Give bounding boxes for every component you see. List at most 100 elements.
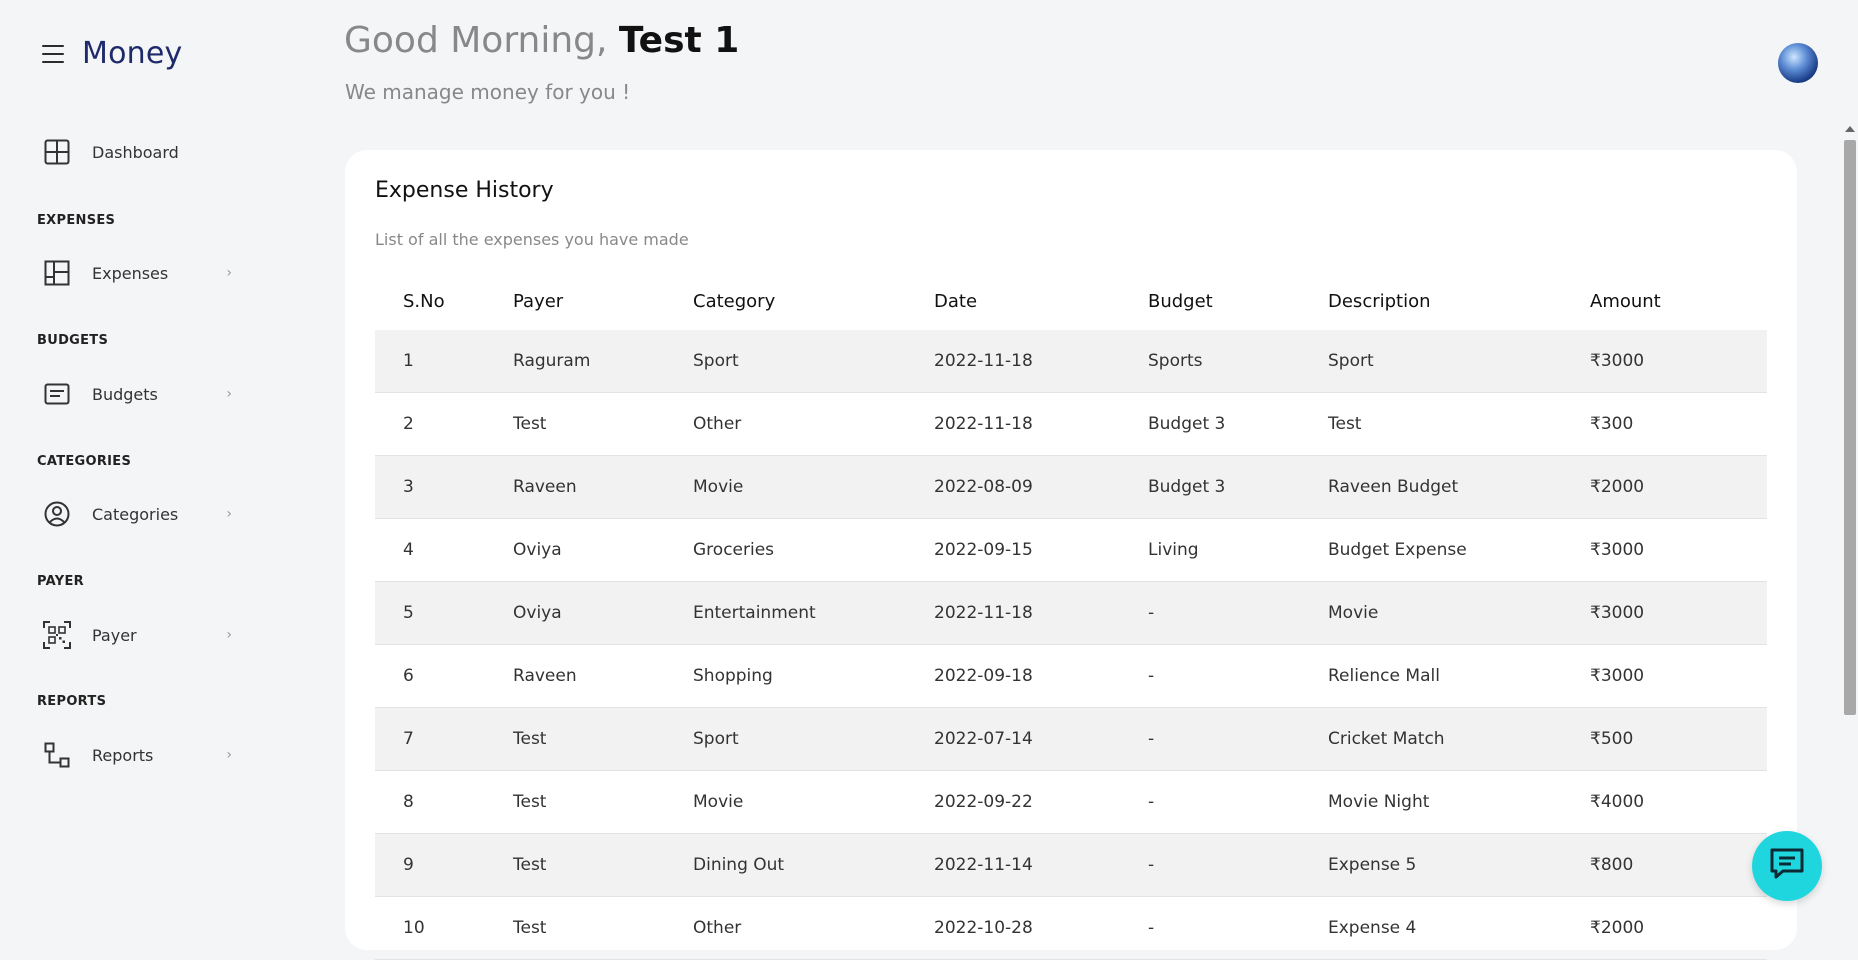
cell-date: 2022-10-28: [934, 896, 1148, 960]
sidebar-item-categories[interactable]: Categories ›: [42, 496, 232, 532]
avatar[interactable]: [1778, 43, 1818, 83]
table-row[interactable]: 2 Test Other 2022-11-18 Budget 3 Test ₹300: [375, 392, 1767, 456]
cell-amount: ₹500: [1590, 707, 1767, 771]
cell-category: Movie: [693, 455, 934, 519]
cell-category: Sport: [693, 707, 934, 771]
cell-payer: Test: [513, 770, 693, 834]
chevron-right-icon: ›: [226, 265, 232, 281]
table-header-row: S.No Payer Category Date Budget Descript…: [375, 272, 1767, 330]
sidebar-item-budgets[interactable]: Budgets ›: [42, 376, 232, 412]
cell-amount: ₹3000: [1590, 644, 1767, 708]
sidebar-item-label: Reports: [92, 745, 154, 765]
hamburger-menu-icon[interactable]: [42, 44, 64, 63]
table-row[interactable]: 8 Test Movie 2022-09-22- Movie Night ₹4000: [375, 770, 1767, 834]
page-subtitle: We manage money for you !: [345, 80, 631, 104]
cell-date: 2022-07-14: [934, 707, 1148, 771]
column-header-payer[interactable]: Payer: [513, 272, 693, 330]
cell-description: Sport: [1328, 330, 1590, 393]
cell-description: Raveen Budget: [1328, 455, 1590, 519]
table-row[interactable]: 4 Oviya Groceries 2022-09-15 Living Budget Ex…: [375, 518, 1767, 582]
expense-table: S.No Payer Category Date Budget Descript…: [375, 272, 1767, 960]
card-subtitle: List of all the expenses you have made: [375, 230, 689, 249]
cell-date: 2022-09-18: [934, 644, 1148, 708]
cell-payer: Test: [513, 833, 693, 897]
section-title-expenses: EXPENSES: [37, 213, 116, 228]
cell-category: Groceries: [693, 518, 934, 582]
chat-button[interactable]: [1752, 831, 1822, 901]
cell-payer: Test: [513, 707, 693, 771]
cell-sno: 5: [375, 581, 513, 645]
chevron-right-icon: ›: [226, 627, 232, 643]
cell-payer: Test: [513, 896, 693, 960]
cell-date: 2022-11-18: [934, 330, 1148, 393]
section-title-categories: CATEGORIES: [37, 454, 132, 469]
sidebar: Money Dashboard EXPENSES Expenses › BUDG…: [0, 0, 300, 937]
table-row[interactable]: 1 Raguram Sport 2022-11-18 Sports Sport ₹3000: [375, 330, 1767, 393]
table-row[interactable]: 5 Oviya Entertainment 2022-11-18- Movie ₹3000: [375, 581, 1767, 645]
cell-budget: -: [1148, 833, 1328, 897]
brand-row: Money: [42, 36, 182, 71]
cell-description: Budget Expense: [1328, 518, 1590, 582]
cell-amount: ₹3000: [1590, 581, 1767, 645]
cell-category: Entertainment: [693, 581, 934, 645]
cell-payer: Raveen: [513, 644, 693, 708]
cell-budget: Living: [1148, 518, 1328, 582]
cell-date: 2022-11-18: [934, 392, 1148, 456]
table-row[interactable]: 6 Raveen Shopping 2022-09-18- Relience Mall ₹…: [375, 644, 1767, 708]
cell-category: Dining Out: [693, 833, 934, 897]
cell-amount: ₹800: [1590, 833, 1767, 897]
cell-budget: Budget 3: [1148, 455, 1328, 519]
sidebar-item-label: Budgets: [92, 384, 158, 404]
layout-icon: [42, 258, 72, 288]
chevron-right-icon: ›: [226, 747, 232, 763]
sidebar-item-payer[interactable]: Payer ›: [42, 617, 232, 653]
cell-payer: Test: [513, 392, 693, 456]
cell-description: Movie: [1328, 581, 1590, 645]
list-box-icon: [42, 379, 72, 409]
table-row[interactable]: 7 Test Sport 2022-07-14- Cricket Match ₹500: [375, 707, 1767, 771]
cell-budget: Sports: [1148, 330, 1328, 393]
column-header-amount[interactable]: Amount: [1590, 272, 1767, 330]
grid-icon: [42, 137, 72, 167]
sidebar-item-label: Expenses: [92, 263, 169, 283]
cell-budget: -: [1148, 896, 1328, 960]
scrollbar-thumb[interactable]: [1844, 140, 1856, 715]
cell-sno: 3: [375, 455, 513, 519]
column-header-description[interactable]: Description: [1328, 272, 1590, 330]
app-brand[interactable]: Money: [82, 36, 182, 71]
sidebar-item-expenses[interactable]: Expenses ›: [42, 255, 232, 291]
table-row[interactable]: 3 Raveen Movie 2022-08-09 Budget 3 Raveen Bud…: [375, 455, 1767, 519]
cell-sno: 9: [375, 833, 513, 897]
cell-date: 2022-09-22: [934, 770, 1148, 834]
cell-sno: 4: [375, 518, 513, 582]
sidebar-item-dashboard[interactable]: Dashboard: [42, 134, 232, 170]
cell-date: 2022-09-15: [934, 518, 1148, 582]
cell-payer: Oviya: [513, 518, 693, 582]
cell-budget: -: [1148, 644, 1328, 708]
cell-category: Other: [693, 392, 934, 456]
column-header-date[interactable]: Date: [934, 272, 1148, 330]
cell-amount: ₹3000: [1590, 330, 1767, 393]
cell-date: 2022-11-14: [934, 833, 1148, 897]
sidebar-item-label: Categories: [92, 504, 179, 524]
cell-payer: Oviya: [513, 581, 693, 645]
sidebar-item-label: Dashboard: [92, 142, 179, 162]
cell-sno: 6: [375, 644, 513, 708]
sidebar-item-label: Payer: [92, 625, 137, 645]
column-header-category[interactable]: Category: [693, 272, 934, 330]
section-title-reports: REPORTS: [37, 694, 107, 709]
cell-sno: 2: [375, 392, 513, 456]
sidebar-item-reports[interactable]: Reports ›: [42, 737, 232, 773]
scroll-up-arrow-icon[interactable]: [1845, 126, 1855, 132]
cell-description: Expense 4: [1328, 896, 1590, 960]
table-row[interactable]: 10 Test Other 2022-10-28- Expense 4 ₹2000: [375, 896, 1767, 960]
column-header-budget[interactable]: Budget: [1148, 272, 1328, 330]
cell-sno: 7: [375, 707, 513, 771]
cell-sno: 1: [375, 330, 513, 393]
cell-payer: Raguram: [513, 330, 693, 393]
table-row[interactable]: 9 Test Dining Out 2022-11-14- Expense 5 ₹800: [375, 833, 1767, 897]
column-header-sno[interactable]: S.No: [375, 272, 513, 330]
cell-category: Movie: [693, 770, 934, 834]
cell-amount: ₹300: [1590, 392, 1767, 456]
cell-description: Expense 5: [1328, 833, 1590, 897]
